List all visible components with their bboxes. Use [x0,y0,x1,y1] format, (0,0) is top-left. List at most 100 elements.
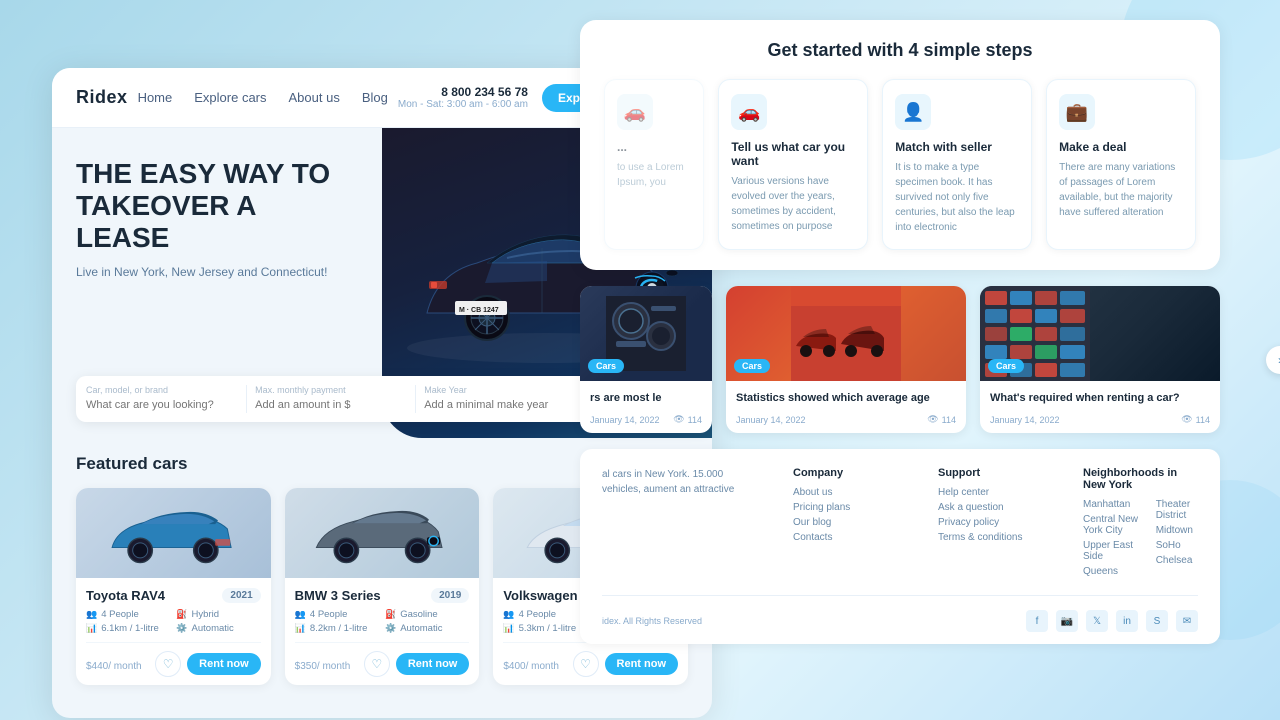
social-linkedin[interactable]: in [1116,610,1138,632]
blog-meta-1: January 14, 2022 👁 114 [736,414,956,425]
step-card-2: 👤 Match with seller It is to make a type… [882,79,1032,250]
blog-date-0: January 14, 2022 [590,415,660,425]
blog-card-2: Cars What's required when renting a car?… [980,286,1220,433]
step-desc-2: It is to make a type specimen book. It h… [895,160,1019,235]
footer-help[interactable]: Help center [938,487,1053,498]
step-card-1: 🚗 Tell us what car you want Various vers… [718,79,868,250]
footer-about[interactable]: About us [793,487,908,498]
blog-views-0: 👁 114 [673,414,702,425]
blog-content-0: rs are most le January 14, 2022 👁 114 [580,381,712,433]
footer-chelsea[interactable]: Chelsea [1156,555,1198,566]
blog-views-2: 👁 114 [1181,414,1210,425]
year-input[interactable] [424,399,576,411]
footer-bottom: idex. All Rights Reserved f 📷 𝕏 in S ✉ [602,610,1198,632]
phone-block: 8 800 234 56 78 Mon - Sat: 3:00 am - 6:0… [398,85,528,110]
social-skype[interactable]: S [1146,610,1168,632]
step-desc-3: There are many variations of passages of… [1059,160,1183,220]
footer-contacts[interactable]: Contacts [793,532,908,543]
footer-col-desc: al cars in New York. 15.000 vehicles, au… [602,467,763,581]
footer-ask[interactable]: Ask a question [938,502,1053,513]
hero-subtitle: Live in New York, New Jersey and Connect… [76,265,356,279]
rent-rav4[interactable]: Rent now [187,653,261,675]
car-info-bmw: BMW 3 Series 2019 👥4 People ⛽Gasoline 📊8… [285,578,480,685]
search-divider-1 [246,385,247,413]
nav-explore[interactable]: Explore cars [194,90,266,105]
footer-theater[interactable]: Theater District [1156,499,1198,521]
heart-bmw[interactable]: ♡ [364,651,390,677]
rent-bmw[interactable]: Rent now [396,653,470,675]
phone-number: 8 800 234 56 78 [398,85,528,99]
step-icon-3: 💼 [1059,94,1095,130]
footer-privacy[interactable]: Privacy policy [938,517,1053,528]
blog-section: Cars rs are most le January 14, 2022 👁 1… [580,286,1220,433]
blog-img-2: Cars [980,286,1220,381]
blog-meta-0: January 14, 2022 👁 114 [590,414,702,425]
blog-tag-1: Cars [734,359,770,373]
step-desc-1: Various versions have evolved over the y… [731,174,855,234]
social-twitter[interactable]: 𝕏 [1086,610,1108,632]
blog-date-2: January 14, 2022 [990,415,1060,425]
footer-copyright: idex. All Rights Reserved [602,616,702,626]
blog-content-2: What's required when renting a car? Janu… [980,381,1220,433]
blog-section-wrapper: Cars rs are most le January 14, 2022 👁 1… [580,286,1280,433]
social-instagram[interactable]: 📷 [1056,610,1078,632]
nav-about[interactable]: About us [289,90,340,105]
car-search-input[interactable] [86,399,238,411]
featured-title: Featured cars [76,454,188,474]
car-name-bmw: BMW 3 Series [295,588,381,603]
car-search-label: Car, model, or brand [86,385,238,395]
blog-img-1: Cars [726,286,966,381]
social-email[interactable]: ✉ [1176,610,1198,632]
blog-title-2: What's required when renting a car? [990,391,1210,406]
hero-text: THE EASY WAY TO TAKEOVER A LEASE Live in… [76,158,356,279]
footer-central-ny[interactable]: Central New York City [1083,514,1144,536]
nav-blog[interactable]: Blog [362,90,388,105]
car-specs-rav4: 👥4 People ⛽Hybrid 📊6.1km / 1-litre ⚙️Aut… [86,609,261,634]
footer-company-title: Company [793,467,908,479]
car-image-bmw [285,488,480,578]
payment-input[interactable] [255,399,407,411]
car-card-bmw: BMW 3 Series 2019 👥4 People ⛽Gasoline 📊8… [285,488,480,685]
footer-manhattan[interactable]: Manhattan [1083,499,1144,510]
step-title-3: Make a deal [1059,140,1183,154]
footer-support-title: Support [938,467,1053,479]
steps-section: Get started with 4 simple steps 🚗 ... to… [580,20,1220,270]
footer-col-support: Support Help center Ask a question Priva… [938,467,1053,581]
step-icon-0: 🚗 [617,94,653,130]
blog-card-1: Cars Statistics showed which average age… [726,286,966,433]
footer-soho[interactable]: SoHo [1156,540,1198,551]
footer-desc-text: al cars in New York. 15.000 vehicles, au… [602,467,763,497]
nav-home[interactable]: Home [138,90,173,105]
heart-rav4[interactable]: ♡ [155,651,181,677]
car-search-field: Car, model, or brand [86,385,238,413]
footer-top: al cars in New York. 15.000 vehicles, au… [602,467,1198,596]
blog-tag-0: Cars [588,359,624,373]
svg-text:M · CB 1247: M · CB 1247 [459,307,499,314]
car-price-rav4: $440/ month [86,656,142,672]
social-facebook[interactable]: f [1026,610,1048,632]
footer-upper-east[interactable]: Upper East Side [1083,540,1144,562]
footer-pricing[interactable]: Pricing plans [793,502,908,513]
car-image-rav4 [76,488,271,578]
blog-views-1: 👁 114 [927,414,956,425]
footer-col-neighborhoods: Neighborhoods in New York Manhattan Cent… [1083,467,1198,581]
car-price-bmw: $350/ month [295,656,351,672]
step-card-0: 🚗 ... to use a Lorem Ipsum, you [604,79,704,250]
footer-terms[interactable]: Terms & conditions [938,532,1053,543]
blog-tag-2: Cars [988,359,1024,373]
car-info-rav4: Toyota RAV4 2021 👥4 People ⛽Hybrid 📊6.1k… [76,578,271,685]
footer-our-blog[interactable]: Our blog [793,517,908,528]
footer-queens[interactable]: Queens [1083,566,1144,577]
blog-nav-arrow[interactable]: › [1266,346,1280,374]
main-nav: Home Explore cars About us Blog [138,90,388,105]
footer-midtown[interactable]: Midtown [1156,525,1198,536]
blog-content-1: Statistics showed which average age Janu… [726,381,966,433]
blog-title-1: Statistics showed which average age [736,391,956,406]
car-year-rav4: 2021 [222,588,260,603]
payment-search-field: Max. monthly payment [255,385,407,413]
blog-card-0: Cars rs are most le January 14, 2022 👁 1… [580,286,712,433]
step-title-0: ... [617,140,691,154]
blog-title-0: rs are most le [590,391,702,406]
car-year-bmw: 2019 [431,588,469,603]
blog-meta-2: January 14, 2022 👁 114 [990,414,1210,425]
